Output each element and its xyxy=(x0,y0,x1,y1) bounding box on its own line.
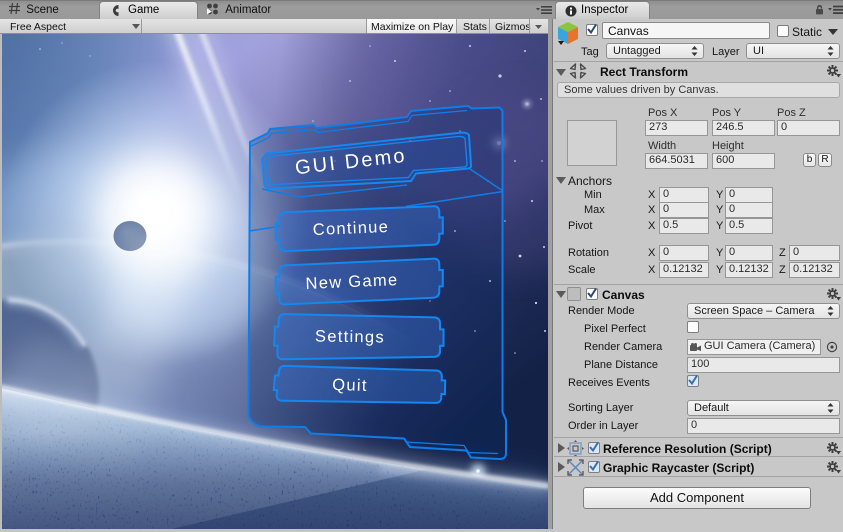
svg-text:Quit: Quit xyxy=(332,376,368,395)
svg-text:Settings: Settings xyxy=(315,328,385,347)
svg-text:Continue: Continue xyxy=(312,218,389,239)
